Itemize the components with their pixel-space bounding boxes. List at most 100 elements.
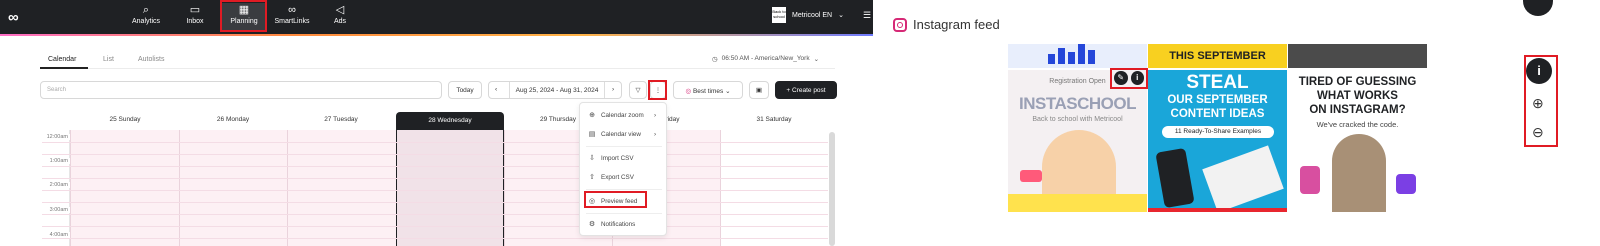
calendar-column-active[interactable] [396, 130, 504, 246]
date-range-control: ‹ Aug 25, 2024 - Aug 31, 2024 › [488, 81, 622, 99]
post-heading: STEAL [1186, 72, 1249, 93]
panel-title: Instagram feed [913, 17, 1000, 32]
tab-calendar[interactable]: Calendar [48, 56, 76, 63]
gallery-icon: ▣ [755, 87, 763, 94]
instagram-feed-panel: Instagram feed THIS SEPTEMBER Registrati… [883, 0, 1600, 246]
menu-divider [586, 213, 662, 214]
day-header-active[interactable]: 28 Wednesday [396, 112, 504, 130]
hour-label: 12:00am [42, 134, 70, 140]
post-text: Back to school with Metricool [1032, 116, 1123, 123]
hour-divider [42, 226, 828, 227]
bar-graphic [1048, 44, 1118, 64]
filter-icon: ▽ [635, 87, 641, 94]
filter-button[interactable]: ▽ [629, 81, 647, 99]
instagram-icon [893, 17, 907, 32]
calendar-column[interactable] [287, 130, 288, 246]
today-button[interactable]: Today [448, 81, 482, 99]
calendar-column[interactable] [179, 130, 180, 246]
sticker [1020, 170, 1042, 182]
date-range-label[interactable]: Aug 25, 2024 - Aug 31, 2024 [509, 82, 605, 98]
menu-item-notifications[interactable]: ⚙ Notifications [588, 220, 635, 229]
planning-app: ∞ ⌕ Analytics ▭ Inbox ▦ Planning ∞ Smart… [0, 0, 873, 246]
create-post-button[interactable]: + Create post [775, 81, 837, 99]
menu-item-import-csv[interactable]: ⇩ Import CSV [588, 154, 633, 163]
clock-icon: ◷ [712, 56, 718, 63]
hour-divider [42, 178, 828, 179]
import-icon: ⇩ [589, 155, 595, 162]
tab-list[interactable]: List [103, 56, 114, 63]
inbox-icon: ▭ [189, 4, 201, 16]
tabs-divider [40, 68, 835, 69]
calendar-column[interactable] [504, 130, 505, 246]
post-heading: ON INSTAGRAM? [1309, 104, 1406, 116]
calendar-view-icon: ▤ [588, 131, 596, 138]
calendar-column[interactable] [70, 130, 71, 246]
menu-divider [586, 189, 662, 190]
best-times-button[interactable]: ◎ Best times ⌄ [673, 81, 743, 99]
timezone-selector[interactable]: ◷ 06:50 AM - America/New_York ⌄ [712, 55, 819, 63]
account-switcher[interactable]: Back to school Metricool EN ⌄ [772, 7, 844, 23]
megaphone-icon: ◁ [335, 4, 345, 16]
tab-autolists[interactable]: Autolists [138, 56, 164, 63]
close-button[interactable] [1523, 0, 1553, 16]
hamburger-menu-icon[interactable]: ☰ [863, 10, 871, 21]
post-heading: THIS SEPTEMBER [1169, 50, 1266, 62]
more-options-menu: ⊕ Calendar zoom › ▤ Calendar view › ⇩ Im… [579, 102, 667, 236]
highlight-box-planning [220, 0, 267, 32]
day-header[interactable]: 27 Tuesday [288, 116, 394, 123]
metricool-logo[interactable]: ∞ [8, 9, 19, 26]
post-footer-band [1008, 194, 1147, 212]
nav-smartlinks[interactable]: ∞ SmartLinks [270, 3, 314, 31]
timezone-label: 06:50 AM - America/New_York [721, 55, 810, 62]
analytics-icon: ⌕ [142, 4, 150, 16]
create-post-label: Create post [792, 87, 826, 94]
nav-inbox[interactable]: ▭ Inbox [173, 3, 217, 31]
nav-analytics-label: Analytics [131, 18, 160, 25]
menu-item-label: Export CSV [601, 173, 634, 181]
chevron-right-icon[interactable]: › [612, 86, 614, 93]
feed-post[interactable]: THIS SEPTEMBER [1148, 44, 1287, 68]
chevron-left-icon[interactable]: ‹ [495, 86, 497, 93]
screenshot-root: ∞ ⌕ Analytics ▭ Inbox ▦ Planning ∞ Smart… [0, 0, 1600, 246]
day-header[interactable]: 25 Sunday [72, 116, 178, 123]
time-gutter [42, 130, 70, 246]
tab-active-indicator [40, 67, 88, 69]
calendar-column[interactable] [720, 130, 828, 246]
zoom-icon: ⊕ [589, 112, 595, 119]
calendar-scrollbar[interactable] [829, 132, 835, 246]
nav-analytics[interactable]: ⌕ Analytics [124, 3, 168, 31]
nav-ads-label: Ads [333, 18, 347, 25]
nav-inbox-label: Inbox [186, 18, 204, 25]
post-heading: TIRED OF GUESSING [1298, 76, 1417, 88]
feed-post[interactable] [1008, 44, 1147, 68]
chevron-right-icon: › [654, 111, 657, 119]
hour-label: 3:00am [42, 207, 70, 213]
hour-label: 2:00am [42, 182, 70, 188]
day-header[interactable]: 31 Saturday [721, 116, 827, 123]
hour-divider [42, 202, 828, 203]
menu-item-calendar-view[interactable]: ▤ Calendar view › [588, 130, 656, 139]
menu-item-label: Calendar view [601, 130, 641, 138]
gallery-button[interactable]: ▣ [749, 81, 769, 99]
menu-item-calendar-zoom[interactable]: ⊕ Calendar zoom › [588, 111, 656, 120]
chevron-down-icon: ⌄ [838, 12, 844, 19]
day-header[interactable]: 26 Monday [180, 116, 286, 123]
phone-graphic [1155, 147, 1195, 209]
feed-post[interactable]: TIRED OF GUESSING WHAT WORKS ON INSTAGRA… [1288, 70, 1427, 212]
account-avatar: Back to school [772, 7, 786, 23]
search-input[interactable]: Search [40, 81, 442, 99]
hour-divider [42, 154, 828, 155]
hour-label: 4:00am [42, 232, 70, 238]
notebook-graphic [1202, 145, 1284, 212]
chevron-down-icon: ⌄ [813, 56, 820, 63]
feed-post[interactable] [1288, 44, 1427, 68]
menu-item-label: Calendar zoom [601, 111, 644, 119]
post-heading: CONTENT IDEAS [1170, 108, 1265, 120]
nav-ads[interactable]: ◁ Ads [318, 3, 362, 31]
post-heading: WHAT WORKS [1317, 90, 1398, 102]
feed-post[interactable]: Registration Open INSTASCHOOL Back to sc… [1008, 70, 1147, 212]
nav-smartlinks-label: SmartLinks [274, 18, 310, 25]
menu-item-export-csv[interactable]: ⇧ Export CSV [588, 173, 634, 182]
top-navigation-bar: ∞ ⌕ Analytics ▭ Inbox ▦ Planning ∞ Smart… [0, 0, 873, 34]
feed-post[interactable]: STEAL OUR SEPTEMBER CONTENT IDEAS 11 Rea… [1148, 70, 1287, 212]
